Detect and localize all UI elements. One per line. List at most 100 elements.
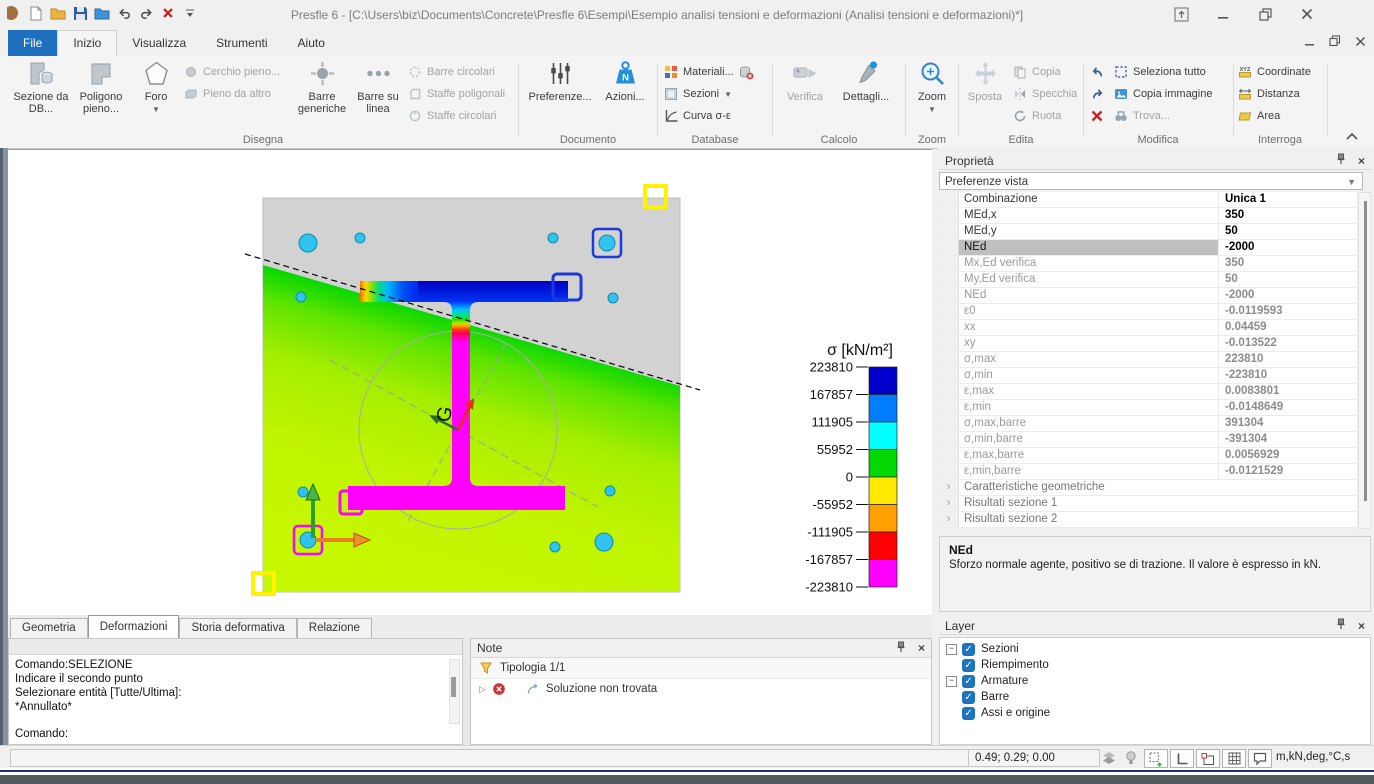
- property-row[interactable]: σ,min,barre-391304: [939, 432, 1357, 448]
- tree-collapse-icon[interactable]: −: [946, 676, 957, 687]
- layer-item-barre[interactable]: ✓Barre: [940, 689, 1370, 705]
- property-row[interactable]: CombinazioneUnica 1: [939, 192, 1357, 208]
- staffe-poligonali-button[interactable]: Staffe poligonali: [408, 84, 505, 104]
- foro-button[interactable]: Foro▼: [134, 59, 178, 116]
- group-expand-arrow[interactable]: ›: [939, 496, 959, 511]
- layer-checkbox[interactable]: ✓: [962, 707, 975, 720]
- lamp-status-icon[interactable]: [1120, 749, 1142, 766]
- rebar-dot[interactable]: [595, 533, 613, 551]
- expand-triangle-icon[interactable]: ▷: [479, 684, 486, 695]
- property-row[interactable]: NEd-2000: [939, 288, 1357, 304]
- rebar-dot[interactable]: [355, 233, 365, 243]
- sposta-button[interactable]: Sposta: [962, 59, 1008, 103]
- property-row[interactable]: σ,min-223810: [939, 368, 1357, 384]
- layer-item-riempimento[interactable]: ✓Riempimento: [940, 657, 1370, 673]
- menu-tab-aiuto[interactable]: Aiuto: [283, 30, 340, 56]
- property-value[interactable]: 350: [1219, 208, 1357, 223]
- property-row[interactable]: ε,max,barre0.0056929: [939, 448, 1357, 464]
- trova-button[interactable]: Trova...: [1114, 106, 1170, 126]
- sezioni-dropdown-arrow[interactable]: ▼: [724, 90, 732, 99]
- layer-item-sezioni[interactable]: −✓Sezioni: [940, 641, 1370, 657]
- add-to-selection-toggle[interactable]: [1144, 749, 1168, 768]
- layer-checkbox[interactable]: ✓: [962, 643, 975, 656]
- poligono-pieno-button[interactable]: Poligono pieno...: [72, 59, 130, 115]
- verifica-button[interactable]: Verifica: [779, 59, 831, 103]
- save-button[interactable]: [72, 5, 88, 21]
- ruota-button[interactable]: Ruota: [1013, 106, 1061, 126]
- zoom-button[interactable]: Zoom▼: [909, 59, 955, 116]
- curva-sigma-eps-button[interactable]: Curva σ-ε: [664, 106, 731, 126]
- redo-small-button[interactable]: [1090, 84, 1105, 104]
- redo-button[interactable]: [138, 5, 154, 21]
- menu-tab-file[interactable]: File: [8, 30, 57, 56]
- property-row[interactable]: σ,max223810: [939, 352, 1357, 368]
- tooltip-toggle[interactable]: [1248, 749, 1272, 768]
- rebar-dot[interactable]: [599, 235, 615, 251]
- restore-button[interactable]: [1254, 5, 1276, 23]
- copia-immagine-button[interactable]: Copia immagine: [1114, 84, 1212, 104]
- rebar-dot[interactable]: [550, 542, 560, 552]
- delete-button[interactable]: [1090, 106, 1104, 126]
- rebar-dot[interactable]: [608, 293, 618, 303]
- property-row[interactable]: NEd-2000: [939, 240, 1357, 256]
- ortho-toggle[interactable]: [1170, 749, 1194, 768]
- azioni-button[interactable]: N Azioni...: [599, 59, 651, 103]
- minimize-button[interactable]: [1212, 5, 1234, 23]
- ribbon-collapse-button[interactable]: [1345, 128, 1359, 146]
- sezioni-button[interactable]: Sezioni ▼: [664, 84, 732, 104]
- property-row[interactable]: xy-0.013522: [939, 336, 1357, 352]
- group-expand-arrow[interactable]: ›: [939, 480, 959, 495]
- cerchio-pieno-button[interactable]: Cerchio pieno...: [184, 62, 280, 82]
- mdi-minimize-button[interactable]: [1304, 34, 1315, 52]
- database-delete-icon[interactable]: [739, 65, 754, 80]
- property-row[interactable]: MEd,y50: [939, 224, 1357, 240]
- seleziona-tutto-button[interactable]: Seleziona tutto: [1114, 62, 1206, 82]
- property-row[interactable]: Mx,Ed verifica350: [939, 256, 1357, 272]
- close-icon[interactable]: ×: [1358, 619, 1365, 633]
- pin-icon[interactable]: [1336, 618, 1346, 633]
- new-file-button[interactable]: [28, 5, 44, 21]
- property-row[interactable]: ε,min,barre-0.0121529: [939, 464, 1357, 480]
- foro-dropdown-arrow[interactable]: ▼: [152, 105, 160, 114]
- property-group-row[interactable]: ›Risultati sezione 1: [939, 496, 1357, 512]
- view-preferences-selector[interactable]: Preferenze vista ▼: [939, 172, 1363, 190]
- rebar-dot[interactable]: [299, 234, 317, 252]
- barre-circolari-button[interactable]: Barre circolari: [408, 62, 495, 82]
- dettagli-button[interactable]: Dettagli...: [835, 59, 897, 103]
- copia-button[interactable]: Copia: [1013, 62, 1061, 82]
- property-value[interactable]: Unica 1: [1219, 192, 1357, 207]
- pieno-da-altro-button[interactable]: Pieno da altro: [184, 84, 271, 104]
- open-file-button[interactable]: [50, 5, 66, 21]
- mdi-close-button[interactable]: [1355, 34, 1366, 52]
- view-tab-deformazioni[interactable]: Deformazioni: [88, 615, 180, 638]
- rebar-dot[interactable]: [296, 292, 306, 302]
- note-item[interactable]: ▷ Soluzione non trovata: [471, 679, 931, 699]
- drawing-canvas[interactable]: G σ [kN/m²]223810167857111905559520-5595…: [8, 149, 932, 616]
- staffe-circolari-button[interactable]: Staffe circolari: [408, 106, 497, 126]
- layer-checkbox[interactable]: ✓: [962, 691, 975, 704]
- close-icon[interactable]: ×: [918, 641, 925, 655]
- command-scrollbar[interactable]: [449, 659, 460, 724]
- pin-window-button[interactable]: [1170, 5, 1192, 23]
- close-icon[interactable]: ×: [1358, 154, 1365, 168]
- sezione-da-db-button[interactable]: Sezione da DB...: [12, 59, 70, 115]
- command-prompt[interactable]: Comando:: [15, 728, 68, 740]
- panel-splitter[interactable]: [463, 638, 470, 745]
- mdi-restore-button[interactable]: [1329, 34, 1341, 52]
- zoom-dropdown-arrow[interactable]: ▼: [928, 105, 936, 114]
- property-row[interactable]: ε,min-0.0148649: [939, 400, 1357, 416]
- rebar-dot[interactable]: [548, 233, 558, 243]
- command-panel[interactable]: Comando:SELEZIONEIndicare il secondo pun…: [8, 638, 463, 745]
- view-tab-relazione[interactable]: Relazione: [297, 618, 372, 638]
- undo-small-button[interactable]: [1090, 62, 1105, 82]
- grid-toggle[interactable]: [1222, 749, 1246, 768]
- pin-icon[interactable]: [1336, 153, 1346, 168]
- property-row[interactable]: ε,max0.0083801: [939, 384, 1357, 400]
- rebar-dot[interactable]: [298, 487, 308, 497]
- property-row[interactable]: ε0-0.0119593: [939, 304, 1357, 320]
- layer-item-armature[interactable]: −✓Armature: [940, 673, 1370, 689]
- properties-scrollbar[interactable]: [1358, 192, 1371, 529]
- distanza-button[interactable]: Distanza: [1238, 84, 1300, 104]
- menu-tab-inizio[interactable]: Inizio: [57, 30, 117, 56]
- layers-status-icon[interactable]: [1098, 749, 1120, 766]
